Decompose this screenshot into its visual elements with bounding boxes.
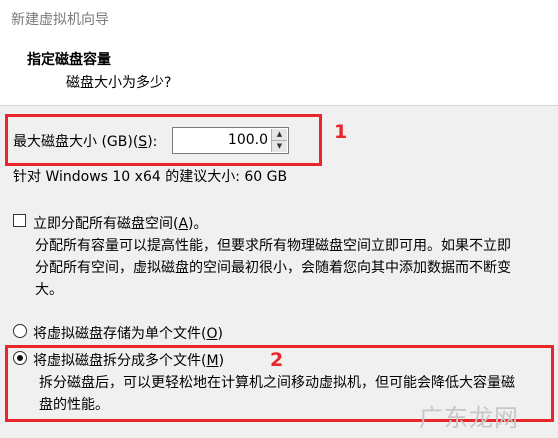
single-file-radio[interactable] <box>13 324 27 338</box>
annotation-number-1: 1 <box>334 121 348 143</box>
annotation-number-2: 2 <box>270 349 284 371</box>
annotation-box-1 <box>5 114 322 166</box>
wizard-header: 指定磁盘容量 磁盘大小为多少? <box>0 36 558 106</box>
allocate-all-label[interactable]: 立即分配所有磁盘空间(A)。 <box>33 213 208 233</box>
page-title: 指定磁盘容量 <box>27 52 111 68</box>
title-bar: 新建虚拟机向导 <box>0 0 558 36</box>
allocate-all-checkbox[interactable] <box>13 214 26 227</box>
allocate-description: 分配所有容量可以提高性能，但要求所有物理磁盘空间立即可用。如果不立即 分配所有空… <box>35 238 511 298</box>
single-file-label[interactable]: 将虚拟磁盘存储为单个文件(O) <box>33 323 223 343</box>
window-title: 新建虚拟机向导 <box>11 12 109 28</box>
recommended-size-text: 针对 Windows 10 x64 的建议大小: 60 GB <box>13 169 288 185</box>
watermark-logo: 广东龙网 <box>419 404 519 432</box>
page-subtitle: 磁盘大小为多少? <box>66 75 172 91</box>
